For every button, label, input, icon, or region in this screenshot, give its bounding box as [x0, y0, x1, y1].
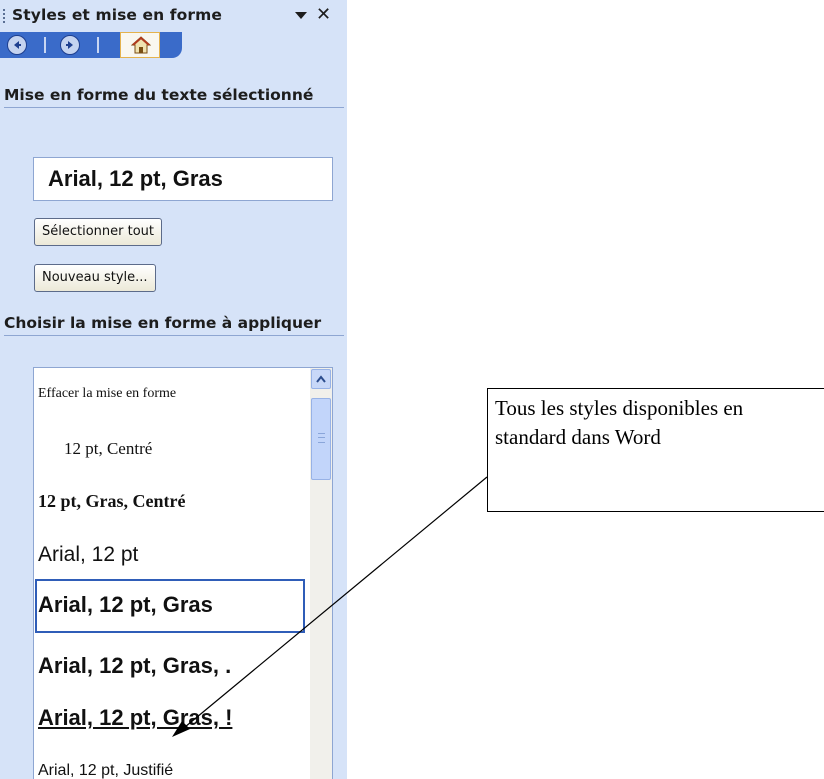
annotation-arrow — [172, 476, 488, 737]
